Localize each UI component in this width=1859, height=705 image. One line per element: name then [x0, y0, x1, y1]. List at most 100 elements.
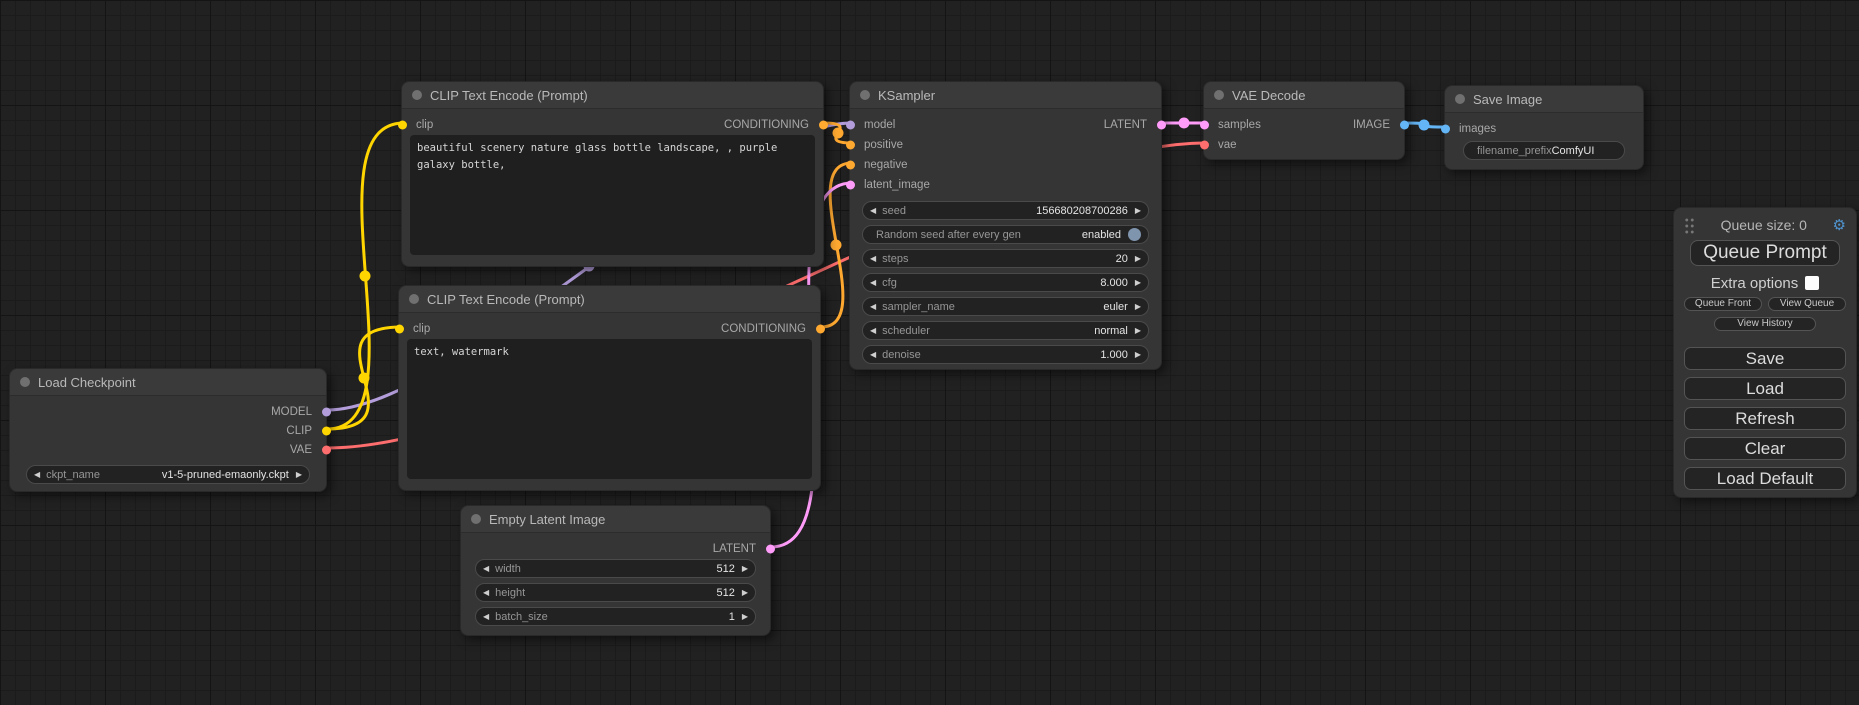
gear-icon[interactable]: ⚙ [1833, 218, 1846, 233]
decrement-arrow-icon[interactable]: ◀ [483, 565, 489, 573]
widget-label: filename_prefix [1477, 145, 1552, 157]
node-status-dot-icon [1455, 94, 1465, 104]
increment-arrow-icon[interactable]: ▶ [1135, 351, 1141, 359]
node-save-image[interactable]: Save Image images filename_prefix ComfyU… [1444, 85, 1644, 170]
decrement-arrow-icon[interactable]: ◀ [870, 327, 876, 335]
clip-output-slot[interactable] [322, 426, 331, 435]
increment-arrow-icon[interactable]: ▶ [742, 613, 748, 621]
node-title-bar[interactable]: VAE Decode [1204, 82, 1404, 109]
input-label: positive [850, 139, 903, 151]
conditioning-output-slot[interactable] [816, 325, 825, 334]
input-row-negative: negative [850, 155, 1161, 175]
decrement-arrow-icon[interactable]: ◀ [483, 613, 489, 621]
height-widget[interactable]: ◀ height 512 ▶ [475, 583, 756, 602]
vae-input-slot[interactable] [1200, 141, 1209, 150]
wire-midpoint-dot [831, 240, 842, 251]
widget-value: 1.000 [1100, 349, 1128, 361]
node-title-bar[interactable]: Load Checkpoint [10, 369, 326, 396]
node-ksampler[interactable]: KSampler model LATENT positive negative … [849, 81, 1162, 370]
sampler-name-widget[interactable]: ◀ sampler_name euler ▶ [862, 297, 1149, 316]
queue-prompt-button[interactable]: Queue Prompt [1690, 240, 1840, 266]
clip-input-slot[interactable] [395, 325, 404, 334]
prompt-textarea[interactable]: text, watermark [407, 339, 812, 479]
extra-options-checkbox[interactable] [1805, 276, 1819, 290]
view-history-button[interactable]: View History [1714, 317, 1816, 331]
image-output-slot[interactable] [1400, 121, 1409, 130]
conditioning-output-slot[interactable] [819, 121, 828, 130]
input-label: samples [1204, 119, 1261, 131]
increment-arrow-icon[interactable]: ▶ [742, 565, 748, 573]
width-widget[interactable]: ◀ width 512 ▶ [475, 559, 756, 578]
queue-front-button[interactable]: Queue Front [1684, 297, 1762, 311]
increment-arrow-icon[interactable]: ▶ [1135, 255, 1141, 263]
clear-button[interactable]: Clear [1684, 437, 1846, 460]
load-button[interactable]: Load [1684, 377, 1846, 400]
output-label: MODEL [271, 406, 326, 418]
increment-arrow-icon[interactable]: ▶ [1135, 327, 1141, 335]
seed-widget[interactable]: ◀ seed 156680208700286 ▶ [862, 201, 1149, 220]
cfg-widget[interactable]: ◀ cfg 8.000 ▶ [862, 273, 1149, 292]
negative-input-slot[interactable] [846, 161, 855, 170]
increment-arrow-icon[interactable]: ▶ [1135, 279, 1141, 287]
prompt-textarea[interactable]: beautiful scenery nature glass bottle la… [410, 135, 815, 255]
widget-label: denoise [882, 349, 921, 361]
clip-input-slot[interactable] [398, 121, 407, 130]
load-default-button[interactable]: Load Default [1684, 467, 1846, 490]
output-label: LATENT [713, 543, 770, 555]
widget-value: 20 [1116, 253, 1128, 265]
decrement-arrow-icon[interactable]: ◀ [34, 471, 40, 479]
latent-output-slot[interactable] [1157, 121, 1166, 130]
filename-prefix-widget[interactable]: filename_prefix ComfyUI [1463, 141, 1625, 160]
batch-size-widget[interactable]: ◀ batch_size 1 ▶ [475, 607, 756, 626]
latent-image-input-slot[interactable] [846, 181, 855, 190]
input-row-latent-image: latent_image [850, 175, 1161, 195]
images-input-slot[interactable] [1441, 125, 1450, 134]
positive-input-slot[interactable] [846, 141, 855, 150]
queue-panel[interactable]: Queue size: 0 ⚙ Queue Prompt Extra optio… [1673, 207, 1857, 498]
model-output-slot[interactable] [322, 407, 331, 416]
samples-input-slot[interactable] [1200, 121, 1209, 130]
decrement-arrow-icon[interactable]: ◀ [483, 589, 489, 597]
node-title-bar[interactable]: KSampler [850, 82, 1161, 109]
node-title-bar[interactable]: Save Image [1445, 86, 1643, 113]
view-queue-button[interactable]: View Queue [1768, 297, 1846, 311]
node-status-dot-icon [20, 377, 30, 387]
latent-output-slot[interactable] [766, 545, 775, 554]
node-clip-text-encode-positive[interactable]: CLIP Text Encode (Prompt) clip CONDITION… [401, 81, 824, 267]
random-seed-widget[interactable]: Random seed after every gen enabled [862, 225, 1149, 244]
scheduler-widget[interactable]: ◀ scheduler normal ▶ [862, 321, 1149, 340]
increment-arrow-icon[interactable]: ▶ [296, 471, 302, 479]
decrement-arrow-icon[interactable]: ◀ [870, 207, 876, 215]
node-empty-latent-image[interactable]: Empty Latent Image LATENT ◀ width 512 ▶ … [460, 505, 771, 636]
node-status-dot-icon [860, 90, 870, 100]
comfyui-canvas[interactable]: { "colors": { "model": "#b39ddb", "clip"… [0, 0, 1859, 705]
node-load-checkpoint[interactable]: Load Checkpoint MODEL CLIP VAE ◀ ckpt_na… [9, 368, 327, 492]
decrement-arrow-icon[interactable]: ◀ [870, 303, 876, 311]
node-vae-decode[interactable]: VAE Decode samples IMAGE vae [1203, 81, 1405, 160]
wire-midpoint-dot [359, 373, 370, 384]
vae-output-slot[interactable] [322, 445, 331, 454]
io-row-model: model LATENT [850, 115, 1161, 135]
node-title-bar[interactable]: Empty Latent Image [461, 506, 770, 533]
node-title-bar[interactable]: CLIP Text Encode (Prompt) [402, 82, 823, 109]
toggle-icon[interactable] [1128, 228, 1141, 241]
decrement-arrow-icon[interactable]: ◀ [870, 279, 876, 287]
ckpt-name-widget[interactable]: ◀ ckpt_name v1-5-pruned-emaonly.ckpt ▶ [26, 465, 310, 484]
output-row-vae: VAE [10, 440, 326, 459]
refresh-button[interactable]: Refresh [1684, 407, 1846, 430]
node-title-bar[interactable]: CLIP Text Encode (Prompt) [399, 286, 820, 313]
widget-label: height [495, 587, 525, 599]
decrement-arrow-icon[interactable]: ◀ [870, 351, 876, 359]
save-button[interactable]: Save [1684, 347, 1846, 370]
denoise-widget[interactable]: ◀ denoise 1.000 ▶ [862, 345, 1149, 364]
decrement-arrow-icon[interactable]: ◀ [870, 255, 876, 263]
input-label: images [1445, 123, 1496, 135]
model-input-slot[interactable] [846, 121, 855, 130]
increment-arrow-icon[interactable]: ▶ [1135, 303, 1141, 311]
increment-arrow-icon[interactable]: ▶ [1135, 207, 1141, 215]
widget-label: steps [882, 253, 908, 265]
increment-arrow-icon[interactable]: ▶ [742, 589, 748, 597]
drag-handle-icon[interactable] [1684, 217, 1695, 234]
node-clip-text-encode-negative[interactable]: CLIP Text Encode (Prompt) clip CONDITION… [398, 285, 821, 491]
steps-widget[interactable]: ◀ steps 20 ▶ [862, 249, 1149, 268]
